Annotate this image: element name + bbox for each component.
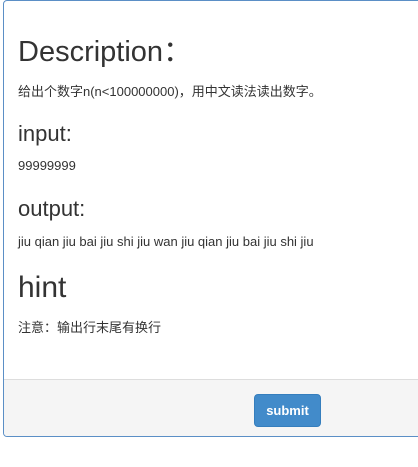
input-heading: input: [18,121,72,146]
description-text: 给出个数字n(n<100000000)，用中文读法读出数字。 [18,84,322,99]
output-heading: output: [18,196,86,221]
description-heading: Description： [18,36,193,68]
problem-panel: Description： 给出个数字n(n<100000000)，用中文读法读出… [3,0,418,437]
hint-heading: hint [18,271,67,304]
hint-text: 注意：输出行末尾有换行 [18,320,162,335]
output-example: jiu qian jiu bai jiu shi jiu wan jiu qia… [18,234,314,249]
input-example: 99999999 [18,158,76,173]
submit-button[interactable]: submit [254,394,321,427]
panel-footer: submit [4,379,418,436]
